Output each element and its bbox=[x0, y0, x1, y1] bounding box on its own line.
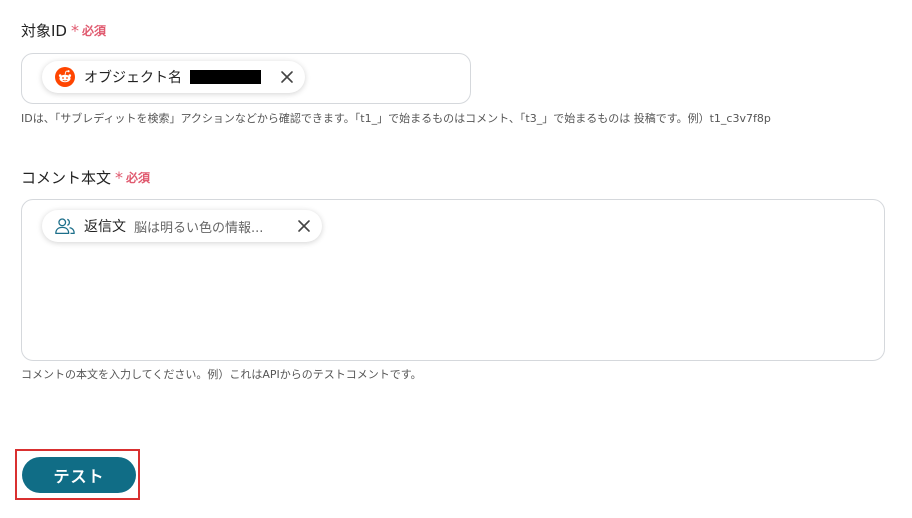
object-name-text: オブジェクト名 bbox=[84, 70, 182, 86]
form-page: 対象ID * 必須 オブジェクト名 IDは、「サブレディットを検索」アクションな… bbox=[0, 0, 912, 518]
reply-text-chip[interactable]: 返信文 脳は明るい色の情報... bbox=[42, 210, 322, 242]
required-star: * bbox=[115, 167, 124, 187]
object-name-chip[interactable]: オブジェクト名 bbox=[42, 61, 305, 93]
comment-body-help: コメントの本文を入力してください。例）これはAPIからのテストコメントです。 bbox=[21, 368, 422, 381]
required-text: 必須 bbox=[126, 171, 151, 185]
redacted-value bbox=[190, 70, 261, 84]
target-id-help: IDは、「サブレディットを検索」アクションなどから確認できます。「t1_」で始ま… bbox=[21, 112, 771, 125]
reply-text-value: 脳は明るい色の情報... bbox=[134, 220, 264, 236]
comment-body-label: コメント本文 * 必須 bbox=[21, 167, 150, 188]
target-id-label-text: 対象ID bbox=[21, 22, 67, 40]
target-id-label: 対象ID * 必須 bbox=[21, 20, 106, 41]
comment-body-label-text: コメント本文 bbox=[21, 169, 112, 187]
test-button[interactable]: テスト bbox=[22, 457, 136, 493]
close-icon[interactable] bbox=[295, 217, 313, 235]
reddit-icon bbox=[54, 66, 76, 88]
reply-text-name: 返信文 bbox=[84, 219, 126, 235]
users-icon bbox=[54, 215, 76, 237]
required-text: 必須 bbox=[81, 24, 106, 38]
close-icon[interactable] bbox=[278, 68, 296, 86]
required-star: * bbox=[70, 20, 79, 40]
test-button-highlight: テスト bbox=[15, 449, 140, 500]
target-id-input[interactable]: オブジェクト名 bbox=[21, 53, 471, 104]
comment-body-input[interactable]: 返信文 脳は明るい色の情報... bbox=[21, 199, 885, 361]
